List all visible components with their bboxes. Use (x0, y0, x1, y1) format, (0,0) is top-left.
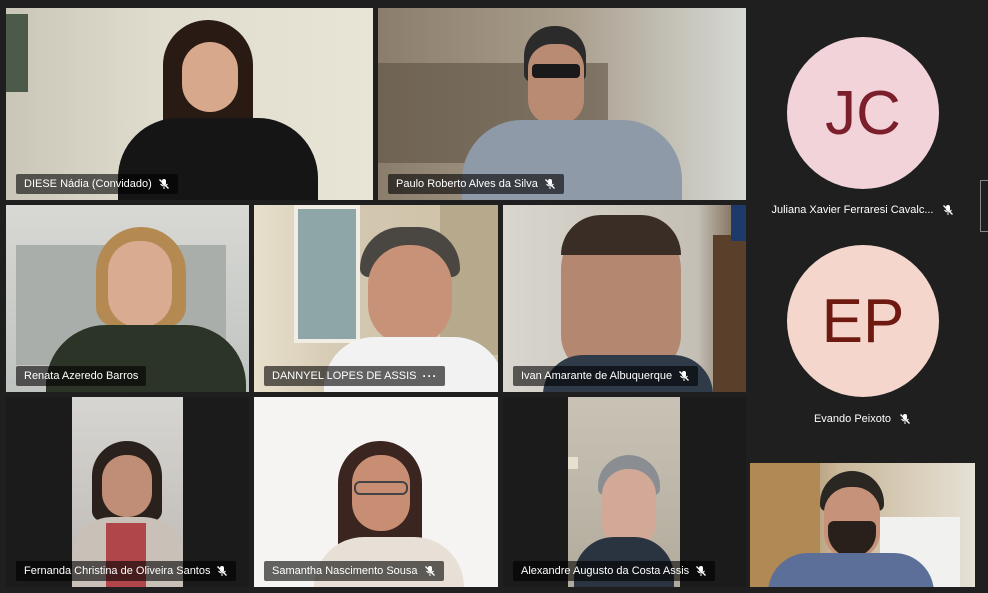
panel-scroll-handle[interactable] (980, 180, 988, 232)
mic-muted-icon (217, 566, 228, 576)
avatar[interactable]: JC (787, 37, 939, 189)
video-tile-samantha[interactable]: Samantha Nascimento Sousa (254, 397, 498, 587)
participant-name-label: Alexandre Augusto da Costa Assis (513, 561, 716, 581)
participant-name-label: Juliana Xavier Ferraresi Cavalc... (750, 204, 975, 216)
self-view-video[interactable] (750, 463, 975, 587)
mic-muted-icon (900, 414, 910, 424)
participant-name-label: Ivan Amarante de Albuquerque (513, 366, 699, 386)
avatar[interactable]: EP (787, 245, 939, 397)
more-options-icon[interactable]: ··· (422, 366, 437, 386)
video-tile-nadia[interactable]: DIESE Nádia (Convidado) (6, 8, 373, 200)
mic-muted-icon (942, 205, 953, 215)
participant-name-label: DIESE Nádia (Convidado) (16, 174, 178, 194)
participant-video (503, 205, 746, 392)
participant-video (72, 397, 183, 587)
video-tile-alexandre[interactable]: Alexandre Augusto da Costa Assis (503, 397, 746, 587)
participant-name-label: Paulo Roberto Alves da Silva (388, 174, 564, 194)
mic-muted-icon (158, 179, 169, 189)
participant-video (254, 205, 498, 392)
participant-video (378, 8, 746, 200)
side-participant-panel: JC Juliana Xavier Ferraresi Cavalc... EP… (750, 0, 975, 460)
participant-video (6, 205, 249, 392)
participant-name-label: Samantha Nascimento Sousa (264, 561, 444, 581)
video-tile-renata[interactable]: Renata Azeredo Barros (6, 205, 249, 392)
mic-muted-icon (424, 566, 435, 576)
participant-name-label: DANNYEL LOPES DE ASSIS ··· (264, 366, 446, 386)
participant-name-label: Renata Azeredo Barros (16, 366, 147, 386)
mic-muted-icon (544, 179, 555, 189)
mic-muted-icon (696, 566, 707, 576)
video-tile-paulo[interactable]: Paulo Roberto Alves da Silva (378, 8, 746, 200)
participant-name-label: Fernanda Christina de Oliveira Santos (16, 561, 237, 581)
participant-video (568, 397, 680, 587)
participant-name-label: Evando Peixoto (750, 413, 975, 425)
video-tile-dannyel[interactable]: DANNYEL LOPES DE ASSIS ··· (254, 205, 498, 392)
video-tile-fernanda[interactable]: Fernanda Christina de Oliveira Santos (6, 397, 249, 587)
participant-video (254, 397, 498, 587)
video-tile-ivan[interactable]: Ivan Amarante de Albuquerque (503, 205, 746, 392)
participant-video (6, 8, 373, 200)
participant-video (750, 463, 975, 587)
mic-muted-icon (679, 371, 690, 381)
